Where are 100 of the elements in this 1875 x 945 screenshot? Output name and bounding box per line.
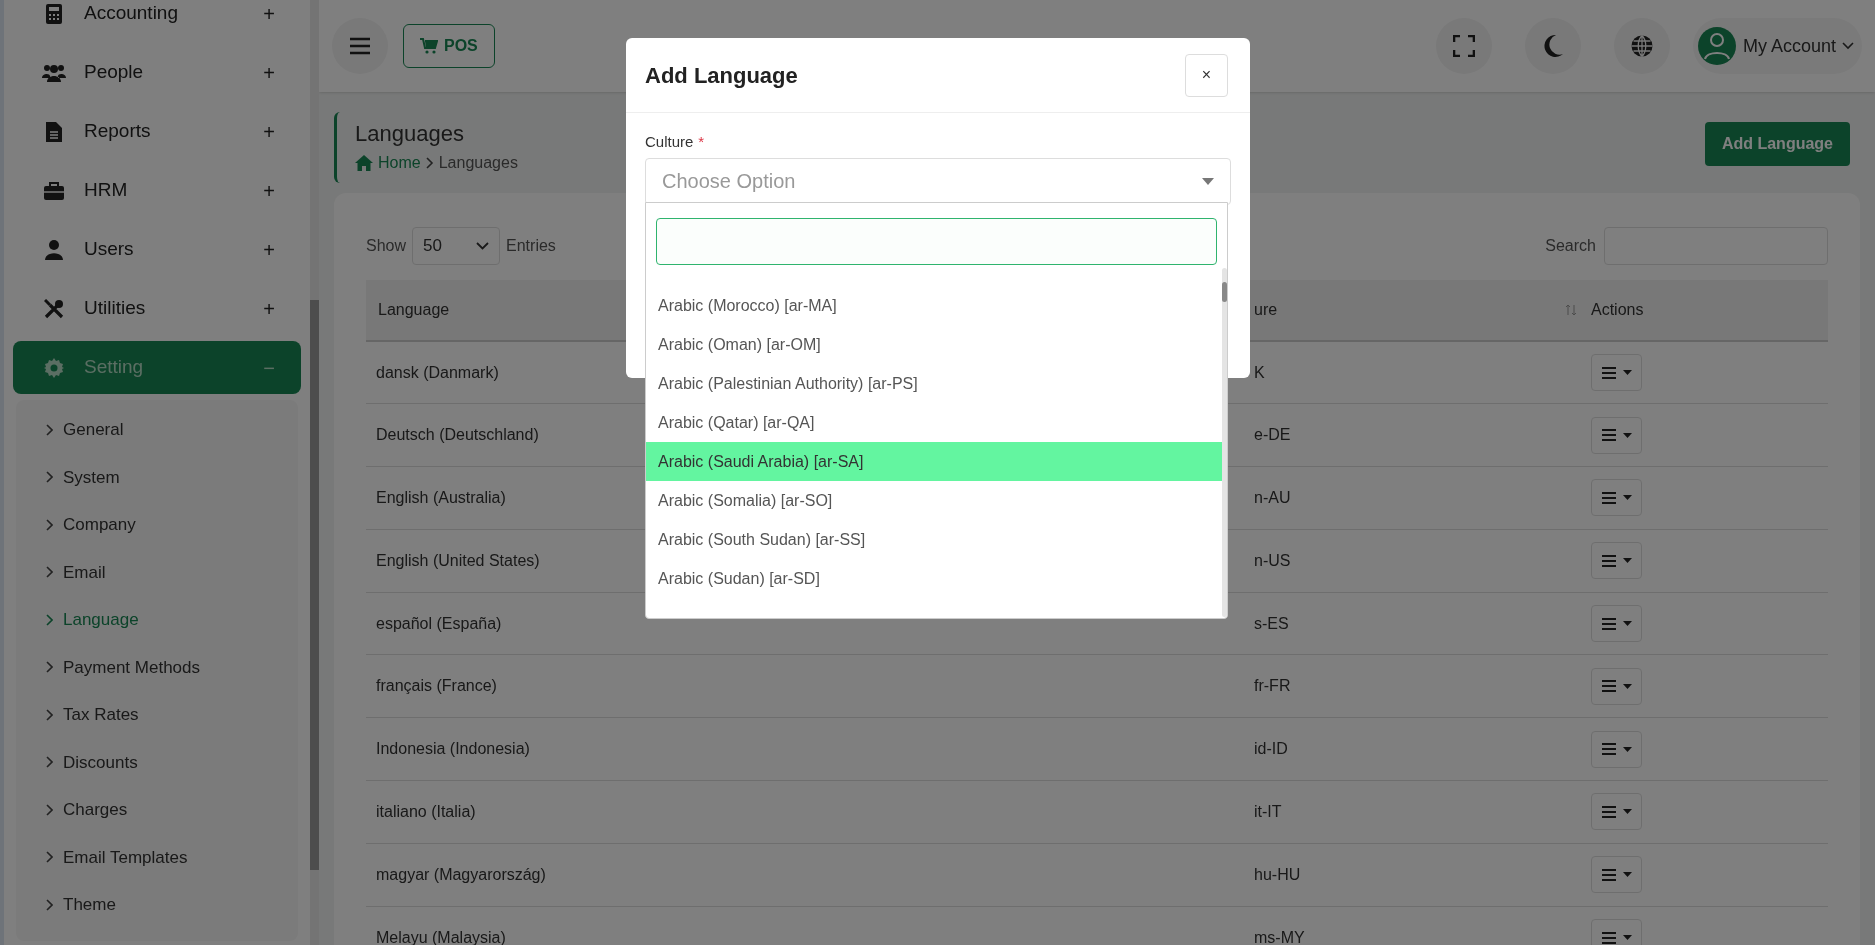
dropdown-option[interactable]: Arabic (Palestinian Authority) [ar-PS] bbox=[646, 364, 1222, 403]
dropdown-option[interactable]: Arabic (Sudan) [ar-SD] bbox=[646, 559, 1222, 598]
actions-button[interactable] bbox=[1591, 667, 1642, 705]
scrollbar[interactable] bbox=[310, 0, 319, 945]
dropdown-option[interactable]: Arabic (Oman) [ar-OM] bbox=[646, 325, 1222, 364]
actions-button[interactable] bbox=[1591, 479, 1642, 517]
chevron-right-icon bbox=[46, 518, 53, 531]
submenu-item[interactable]: Theme bbox=[16, 881, 298, 929]
chevron-right-icon bbox=[46, 423, 53, 436]
sidebar-item[interactable]: Accounting + bbox=[13, 0, 301, 40]
search-field[interactable] bbox=[656, 218, 1217, 265]
submenu-item[interactable]: General bbox=[16, 406, 298, 454]
submenu-item[interactable]: Email Templates bbox=[16, 833, 298, 881]
submenu-item[interactable]: Email bbox=[16, 548, 298, 596]
cart-icon bbox=[420, 38, 438, 54]
chevron-right-icon bbox=[46, 566, 53, 579]
add-language-button[interactable]: Add Language bbox=[1704, 122, 1850, 166]
sidebar-item[interactable]: Reports + bbox=[13, 105, 301, 158]
submenu-item[interactable]: Discounts bbox=[16, 738, 298, 786]
caret-down-icon bbox=[1622, 558, 1632, 564]
submenu-item[interactable]: Tax Rates bbox=[16, 691, 298, 739]
dropdown-option[interactable]: Arabic (Morocco) [ar-MA] bbox=[646, 286, 1222, 325]
submenu-item[interactable]: System bbox=[16, 453, 298, 501]
show-label: Show bbox=[366, 236, 407, 256]
table-cell: English (United States) bbox=[376, 551, 540, 569]
column-header[interactable]: ure bbox=[1254, 298, 1278, 322]
actions-button[interactable] bbox=[1591, 416, 1642, 454]
page-size-select[interactable]: 50 bbox=[412, 227, 501, 265]
actions-button[interactable] bbox=[1591, 919, 1642, 945]
column-header: Actions bbox=[1591, 280, 1828, 341]
table-cell: English (Australia) bbox=[376, 489, 506, 506]
menu-icon bbox=[1601, 680, 1616, 693]
menu-icon bbox=[1601, 554, 1616, 567]
actions-button[interactable] bbox=[1591, 730, 1642, 768]
submenu-item[interactable]: Company bbox=[16, 501, 298, 549]
table-cell: español (España) bbox=[376, 614, 502, 632]
chevron-down-icon bbox=[476, 242, 490, 250]
breadcrumb-link[interactable]: Home bbox=[378, 151, 421, 175]
entries-label: Entries bbox=[506, 236, 556, 256]
menu-icon bbox=[1601, 931, 1616, 944]
scrollbar[interactable] bbox=[1222, 268, 1227, 617]
sidebar-item[interactable]: People + bbox=[13, 46, 301, 99]
field-label: Culture bbox=[645, 132, 694, 152]
calculator-icon bbox=[46, 3, 62, 24]
chevron-right-icon bbox=[46, 803, 53, 816]
table-cell: Indonesia (Indonesia) bbox=[376, 740, 530, 758]
caret-down-icon bbox=[1202, 177, 1214, 185]
chevron-right-icon bbox=[46, 851, 53, 864]
caret-down-icon bbox=[1622, 621, 1632, 627]
submenu-item[interactable]: Charges bbox=[16, 786, 298, 834]
pos-button[interactable]: POS bbox=[403, 24, 495, 68]
globe-icon bbox=[1629, 34, 1654, 58]
table-cell: K bbox=[1254, 363, 1265, 381]
search-label: Search bbox=[1545, 236, 1596, 256]
menu-icon bbox=[1601, 366, 1616, 379]
gear-icon bbox=[44, 357, 64, 378]
caret-down-icon bbox=[1622, 370, 1632, 376]
sidebar-item[interactable]: Users + bbox=[13, 223, 301, 276]
chevron-right-icon bbox=[46, 708, 53, 721]
page-title: Languages bbox=[355, 120, 465, 148]
caret-down-icon bbox=[1622, 935, 1632, 941]
dropdown-option[interactable]: Arabic (Qatar) [ar-QA] bbox=[646, 403, 1222, 442]
table-cell: hu-HU bbox=[1254, 865, 1301, 883]
menu-icon bbox=[1601, 492, 1616, 504]
submenu-item[interactable]: Language bbox=[16, 596, 298, 644]
tools-icon bbox=[44, 298, 64, 319]
fullscreen-icon bbox=[1452, 35, 1475, 57]
caret-down-icon bbox=[1622, 809, 1632, 815]
menu-icon bbox=[349, 37, 371, 55]
table-cell: fr-FR bbox=[1254, 677, 1291, 695]
chevron-right-icon bbox=[425, 157, 434, 169]
dropdown-option[interactable]: Arabic (South Sudan) [ar-SS] bbox=[646, 520, 1222, 559]
menu-icon bbox=[1601, 743, 1616, 756]
dialog-title: Add Language bbox=[645, 61, 798, 90]
table-cell: it-IT bbox=[1254, 802, 1282, 820]
table-cell: Deutsch (Deutschland) bbox=[376, 426, 539, 444]
actions-button[interactable] bbox=[1591, 605, 1642, 643]
chevron-down-icon bbox=[1842, 42, 1854, 50]
sidebar-item[interactable]: Utilities + bbox=[13, 282, 301, 335]
actions-button[interactable] bbox=[1591, 542, 1642, 580]
menu-icon bbox=[1601, 868, 1616, 881]
close-button[interactable]: × bbox=[1185, 53, 1228, 97]
sort-icon bbox=[1565, 304, 1577, 316]
sidebar-item[interactable]: HRM + bbox=[13, 164, 301, 217]
table-cell: Melayu (Malaysia) bbox=[376, 928, 506, 945]
table-cell: magyar (Magyarország) bbox=[376, 865, 546, 883]
dropdown-option[interactable]: Arabic (Somalia) [ar-SO] bbox=[646, 481, 1222, 520]
chevron-right-icon bbox=[46, 756, 53, 769]
table-cell: français (France) bbox=[376, 677, 497, 695]
chevron-right-icon bbox=[46, 613, 53, 626]
chevron-right-icon bbox=[46, 898, 53, 911]
dropdown-option[interactable]: Arabic (Saudi Arabia) [ar-SA] bbox=[646, 442, 1222, 481]
account-menu[interactable]: My Account bbox=[1692, 18, 1862, 74]
actions-button[interactable] bbox=[1591, 793, 1642, 831]
actions-button[interactable] bbox=[1591, 856, 1642, 894]
culture-select[interactable]: Choose Option bbox=[645, 157, 1231, 205]
menu-icon bbox=[1601, 429, 1616, 442]
submenu-item[interactable]: Payment Methods bbox=[16, 643, 298, 691]
table-cell: n-AU bbox=[1254, 489, 1291, 506]
actions-button[interactable] bbox=[1591, 354, 1642, 392]
